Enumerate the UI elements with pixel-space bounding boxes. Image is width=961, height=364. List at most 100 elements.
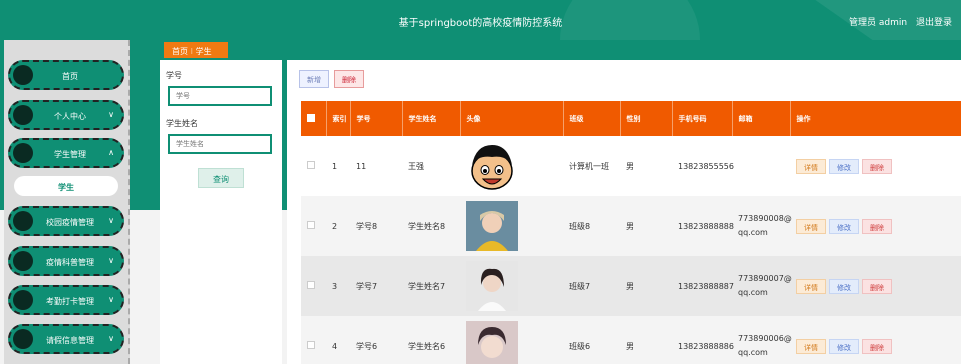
column-header: 头像 <box>460 101 564 136</box>
email-part: 773890006@ <box>738 334 792 343</box>
query-button[interactable]: 查询 <box>198 168 244 188</box>
sidebar-item-label: 考勤打卡管理 <box>46 297 94 306</box>
chevron-down-icon: ∨ <box>108 216 114 225</box>
student-name-label: 学生姓名 <box>166 119 198 128</box>
email-part: qq.com <box>738 348 768 357</box>
sidebar-item-label: 请假信息管理 <box>46 336 94 345</box>
cell-email: 773890008@ qq.com <box>732 196 792 256</box>
sidebar-item-label: 疫情科普管理 <box>46 258 94 267</box>
sidebar: 首页 个人中心 ∨ 学生管理 ∧ 学生 校园疫情管理 ∨ 疫情科普管理 ∨ 考勤… <box>4 40 130 364</box>
cell-index: 1 <box>326 136 350 196</box>
sidebar-item-home[interactable]: 首页 <box>8 60 124 90</box>
menu-dot-icon <box>13 211 33 231</box>
delete-button[interactable]: 删除 <box>862 218 892 234</box>
sidebar-item-profile[interactable]: 个人中心 ∨ <box>8 100 124 130</box>
column-header: 邮箱 <box>732 101 791 136</box>
chevron-down-icon: ∨ <box>108 334 114 343</box>
top-header: 基于springboot的高校疫情防控系统 管理员 admin 退出登录 <box>0 0 961 40</box>
cell-student-id: 学号8 <box>350 196 402 256</box>
sidebar-item-label: 校园疫情管理 <box>46 218 94 227</box>
student-name-input[interactable] <box>168 134 272 154</box>
avatar-photo-image <box>466 201 518 251</box>
table-row: 4 学号6 学生姓名6 班级6 男 13823888886 773890006@… <box>301 316 961 364</box>
header-user-area: 管理员 admin 退出登录 <box>843 15 952 28</box>
column-header: 手机号码 <box>672 101 733 136</box>
detail-button[interactable]: 详情 <box>796 218 826 234</box>
avatar-photo-image <box>466 261 518 311</box>
breadcrumb-separator: ⁝ <box>190 47 194 56</box>
cell-gender: 男 <box>620 196 672 256</box>
main-panel: 新增 删除 索引 学号 学生姓名 头像 班级 性别 手机号码 邮箱 操作 1 1… <box>287 60 961 364</box>
column-header: 操作 <box>790 101 961 136</box>
detail-button[interactable]: 详情 <box>796 158 826 174</box>
delete-button[interactable]: 删除 <box>862 158 892 174</box>
cell-student-name: 学生姓名8 <box>402 196 460 256</box>
cell-gender: 男 <box>620 316 672 364</box>
email-part: qq.com <box>738 288 768 297</box>
column-header: 索引 <box>326 101 351 136</box>
sidebar-item-label: 首页 <box>62 72 78 81</box>
edit-button[interactable]: 修改 <box>829 158 859 174</box>
cell-avatar <box>460 256 563 316</box>
sidebar-item-leave[interactable]: 请假信息管理 ∨ <box>8 324 124 354</box>
cell-email: 773890006@ qq.com <box>732 316 792 364</box>
row-checkbox[interactable] <box>307 161 315 169</box>
cell-avatar <box>460 316 563 364</box>
column-header: 班级 <box>563 101 621 136</box>
delete-button[interactable]: 删除 <box>862 338 892 354</box>
cell-class: 班级8 <box>563 196 620 256</box>
user-label: 管理员 admin <box>849 18 908 28</box>
chevron-down-icon: ∨ <box>108 256 114 265</box>
batch-delete-button[interactable]: 删除 <box>334 70 364 88</box>
menu-dot-icon <box>13 290 33 310</box>
sidebar-item-epidemic-science[interactable]: 疫情科普管理 ∨ <box>8 246 124 276</box>
cell-phone: 13823888888 <box>672 196 734 256</box>
select-all-checkbox[interactable] <box>307 113 315 122</box>
edit-button[interactable]: 修改 <box>829 338 859 354</box>
avatar-photo-image <box>466 321 518 364</box>
delete-button[interactable]: 删除 <box>862 278 892 294</box>
cell-email <box>732 136 790 196</box>
cell-phone: 13823855556 <box>672 136 734 196</box>
select-all-header[interactable] <box>301 101 327 136</box>
menu-dot-icon <box>13 329 33 349</box>
row-checkbox[interactable] <box>307 341 315 349</box>
cell-avatar <box>460 196 563 256</box>
cell-email: 773890007@ qq.com <box>732 256 792 316</box>
table-row: 3 学号7 学生姓名7 班级7 男 13823888887 773890007@… <box>301 256 961 316</box>
cell-index: 4 <box>326 316 350 364</box>
student-id-input[interactable] <box>168 86 272 106</box>
cell-actions: 详情 修改 删除 <box>790 136 961 196</box>
breadcrumb-current: 学生 <box>195 47 212 56</box>
sidebar-item-label: 个人中心 <box>54 112 86 121</box>
breadcrumb-home[interactable]: 首页 <box>172 47 188 56</box>
edit-button[interactable]: 修改 <box>829 218 859 234</box>
email-part: 773890007@ <box>738 274 792 283</box>
row-checkbox[interactable] <box>307 281 315 289</box>
cell-phone: 13823888886 <box>672 316 734 364</box>
cell-index: 2 <box>326 196 350 256</box>
detail-button[interactable]: 详情 <box>796 338 826 354</box>
row-checkbox[interactable] <box>307 221 315 229</box>
email-part: qq.com <box>738 228 768 237</box>
sidebar-item-attendance[interactable]: 考勤打卡管理 ∨ <box>8 285 124 315</box>
sidebar-item-student-mgmt[interactable]: 学生管理 ∧ <box>8 138 124 168</box>
search-panel: 学号 学生姓名 查询 <box>160 60 282 364</box>
menu-dot-icon <box>13 143 33 163</box>
student-id-label: 学号 <box>166 71 182 80</box>
logout-link[interactable]: 退出登录 <box>916 18 952 28</box>
submenu-item-student[interactable]: 学生 <box>14 176 118 196</box>
avatar-cartoon-image <box>471 145 513 190</box>
chevron-down-icon: ∨ <box>108 295 114 304</box>
table-row: 1 11 王强 计算机一班 男 13823855556 详情 修改 删除 <box>301 136 961 196</box>
cell-actions: 详情 修改 删除 <box>790 316 961 364</box>
edit-button[interactable]: 修改 <box>829 278 859 294</box>
chevron-down-icon: ∨ <box>108 110 114 119</box>
cell-student-id: 学号6 <box>350 316 402 364</box>
add-button[interactable]: 新增 <box>299 70 329 88</box>
sidebar-item-campus-epidemic[interactable]: 校园疫情管理 ∨ <box>8 206 124 236</box>
detail-button[interactable]: 详情 <box>796 278 826 294</box>
column-header: 性别 <box>620 101 673 136</box>
cell-student-id: 11 <box>350 136 402 196</box>
cell-actions: 详情 修改 删除 <box>790 256 961 316</box>
